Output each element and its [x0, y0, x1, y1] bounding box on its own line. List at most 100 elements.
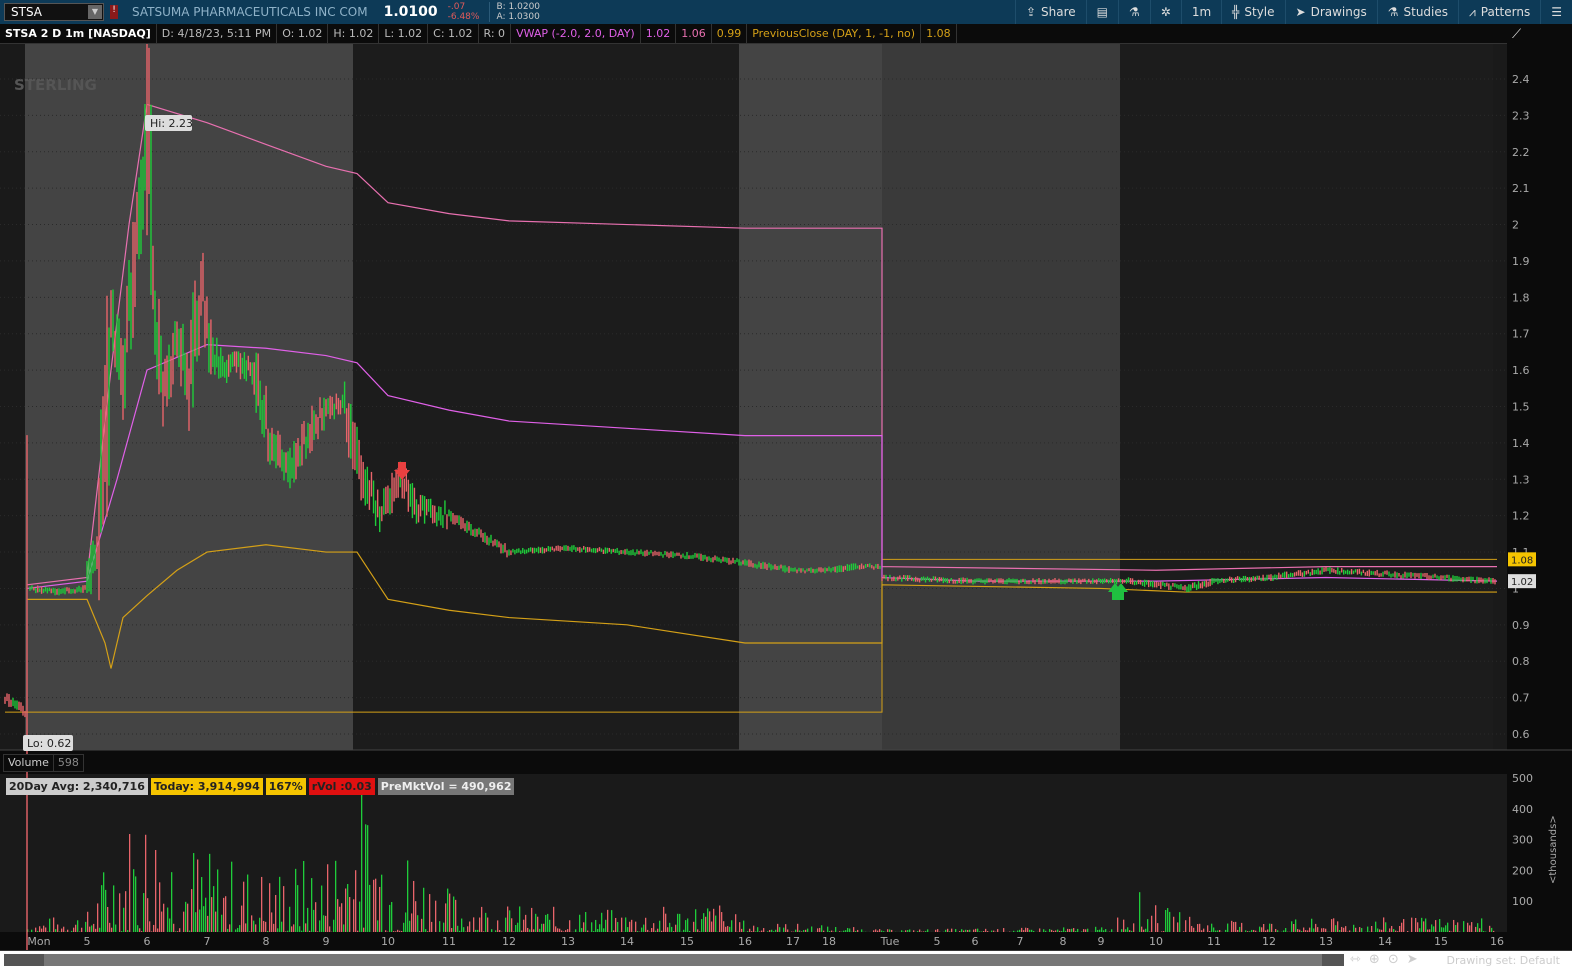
volume-bar [321, 885, 323, 932]
volume-bar [591, 922, 593, 932]
share-icon: ⇪ [1025, 5, 1036, 19]
alert-icon[interactable]: ! [110, 5, 118, 19]
volume-bar [553, 906, 555, 932]
volume-bar [917, 931, 919, 932]
volume-bar [1191, 926, 1193, 932]
lo-label: Lo: 0.62 [27, 737, 71, 750]
volume-bar [35, 927, 37, 932]
share-button[interactable]: ⇪ Share [1014, 0, 1086, 24]
volume-bar [31, 929, 33, 932]
volume-bar [221, 914, 223, 932]
chevron-down-icon[interactable]: ▼ [88, 5, 102, 19]
volume-bar [845, 930, 847, 932]
style-button[interactable]: ╬ Style [1221, 0, 1284, 24]
volume-bar [287, 930, 289, 932]
volume-bar [379, 886, 381, 932]
volume-bar [1427, 929, 1429, 932]
volume-bar [599, 924, 601, 932]
zoom-icon[interactable]: ⊙ [1388, 952, 1399, 967]
volume-bar [457, 925, 459, 932]
volume-bar [979, 931, 981, 932]
menu-button[interactable]: ☰ [1540, 0, 1572, 24]
volume-bar [1125, 929, 1127, 932]
volume-bar [525, 914, 527, 932]
volume-bar [297, 885, 299, 932]
price-tick-label: 1.6 [1512, 364, 1530, 377]
time-tick-label: 16 [738, 935, 752, 948]
price-chart[interactable]: STERLING0.60.70.80.911.11.21.31.41.51.61… [0, 44, 1572, 950]
volume-bar [1117, 917, 1119, 932]
price-tick-label: 0.8 [1512, 655, 1530, 668]
curve-icon[interactable]: ⟋ [1512, 27, 1521, 42]
volume-bar [543, 923, 545, 932]
volume-bar [399, 930, 401, 932]
volume-bar [1397, 931, 1399, 932]
crosshair-icon[interactable]: ⊕ [1369, 952, 1380, 967]
patterns-button[interactable]: ⩘ Patterns [1458, 0, 1540, 24]
volume-bar [1493, 930, 1495, 932]
volume-bar [213, 886, 215, 932]
time-tick-label: 13 [561, 935, 575, 948]
volume-bar [497, 920, 499, 932]
flask-button[interactable]: ⚗ [1117, 0, 1150, 24]
settings-button[interactable]: ✲ [1149, 0, 1181, 24]
vwap-label[interactable]: VWAP (-2.0, 2.0, DAY) [511, 23, 641, 44]
volume-bar [277, 928, 279, 932]
volume-bar [1233, 922, 1235, 932]
volume-bar [307, 907, 309, 932]
news-button[interactable]: ▤ [1085, 0, 1118, 24]
volume-bar [669, 922, 671, 932]
volume-bar [693, 921, 695, 932]
volume-header: Volume 598 [3, 754, 84, 772]
symbol-input[interactable]: STSA ▼ [4, 3, 104, 21]
cursor-icon[interactable]: ➤ [1407, 952, 1418, 967]
volume-bar [365, 824, 367, 932]
volume-bar [161, 911, 163, 932]
volume-bar [1423, 921, 1425, 932]
volume-bar [725, 926, 727, 932]
time-tick-label: Mon [27, 935, 50, 948]
cursor-icon: ➤ [1295, 5, 1306, 19]
volume-bar [333, 919, 335, 932]
volume-bar [191, 889, 193, 932]
session-shade [882, 44, 1120, 750]
volume-bar [1371, 925, 1373, 932]
volume-bar [907, 930, 909, 932]
volume-bar [199, 909, 201, 932]
studies-button[interactable]: ⚗ Studies [1376, 0, 1458, 24]
volume-bar [377, 920, 379, 932]
volume-bar [177, 931, 179, 932]
volume-bar [1445, 925, 1447, 932]
volume-bar [487, 917, 489, 932]
drawings-button[interactable]: ➤ Drawings [1284, 0, 1377, 24]
volume-bar [1447, 922, 1449, 932]
chart-title: STSA 2 D 1m [NASDAQ] [0, 23, 157, 44]
volume-bar [655, 930, 657, 932]
studies-label: Studies [1403, 5, 1449, 19]
volume-bar [1133, 923, 1135, 932]
volume-bar [709, 911, 711, 932]
volume-bar [735, 914, 737, 932]
volume-bar [201, 877, 203, 932]
drawing-set[interactable]: Drawing set: Default [1447, 954, 1560, 967]
pan-icon[interactable]: ⇿ [1350, 952, 1361, 967]
volume-bar [469, 921, 471, 932]
volume-bar [179, 928, 181, 932]
volume-bar [1479, 928, 1481, 932]
time-tick-label: 9 [1098, 935, 1105, 948]
volume-bar [567, 929, 569, 932]
volume-bar [1051, 929, 1053, 932]
volume-bar [1313, 928, 1315, 932]
volume-bar [1057, 929, 1059, 932]
volume-bar [1355, 927, 1357, 932]
volume-bar [847, 928, 849, 932]
volume-bar [1065, 930, 1067, 932]
prev-close-label[interactable]: PreviousClose (DAY, 1, -1, no) [747, 23, 922, 44]
volume-bar [231, 861, 233, 932]
volume-bar [597, 929, 599, 932]
volume-bar [1303, 927, 1305, 932]
scroll-thumb[interactable] [44, 954, 1322, 966]
volume-bar [423, 887, 425, 932]
interval-button[interactable]: 1m [1180, 0, 1221, 24]
volume-bar [251, 915, 253, 932]
